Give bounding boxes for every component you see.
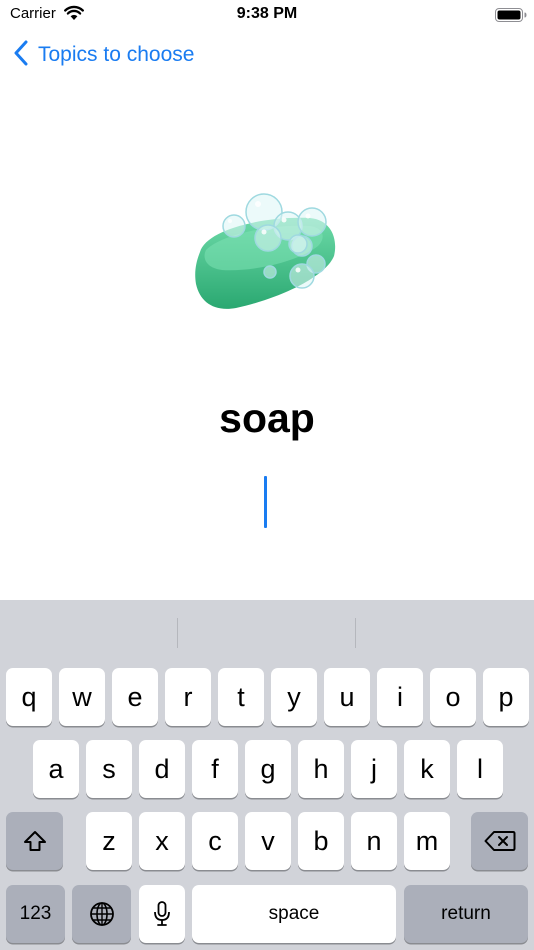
globe-icon	[89, 901, 115, 927]
keyboard: q w e r t y u i o p a s d f g h j k l z …	[0, 600, 534, 950]
vocabulary-word: soap	[219, 395, 315, 441]
clock: 9:38 PM	[236, 5, 298, 22]
globe-key[interactable]	[72, 885, 131, 943]
delete-key[interactable]	[471, 812, 528, 870]
key-r[interactable]: r	[165, 668, 211, 726]
key-a[interactable]: a	[33, 740, 79, 798]
key-e[interactable]: e	[112, 668, 158, 726]
back-button[interactable]: Topics to choose	[14, 40, 194, 70]
suggestion-divider	[177, 618, 178, 648]
chevron-left-icon	[14, 40, 28, 71]
status-bar: Carrier 9:38 PM	[0, 0, 534, 30]
key-q[interactable]: q	[6, 668, 52, 726]
key-n[interactable]: n	[351, 812, 397, 870]
key-l[interactable]: l	[457, 740, 503, 798]
key-s[interactable]: s	[86, 740, 132, 798]
microphone-icon	[152, 900, 172, 928]
suggestion-bar	[0, 600, 534, 660]
key-j[interactable]: j	[351, 740, 397, 798]
back-button-label: Topics to choose	[38, 43, 195, 66]
key-c[interactable]: c	[192, 812, 238, 870]
answer-input[interactable]	[200, 470, 334, 534]
key-b[interactable]: b	[298, 812, 344, 870]
key-i[interactable]: i	[377, 668, 423, 726]
space-key[interactable]: space	[192, 885, 396, 943]
shift-key[interactable]	[6, 812, 63, 870]
key-p[interactable]: p	[483, 668, 529, 726]
soap-icon	[192, 190, 342, 320]
key-z[interactable]: z	[86, 812, 132, 870]
return-key[interactable]: return	[404, 885, 528, 943]
key-k[interactable]: k	[404, 740, 450, 798]
suggestion-divider	[355, 618, 356, 648]
numbers-key[interactable]: 123	[6, 885, 65, 943]
key-t[interactable]: t	[218, 668, 264, 726]
key-o[interactable]: o	[430, 668, 476, 726]
backspace-icon	[484, 830, 516, 852]
key-y[interactable]: y	[271, 668, 317, 726]
shift-icon	[22, 829, 48, 853]
key-u[interactable]: u	[324, 668, 370, 726]
key-m[interactable]: m	[404, 812, 450, 870]
key-g[interactable]: g	[245, 740, 291, 798]
key-x[interactable]: x	[139, 812, 185, 870]
dictation-key[interactable]	[139, 885, 185, 943]
text-cursor	[264, 476, 267, 528]
key-d[interactable]: d	[139, 740, 185, 798]
key-v[interactable]: v	[245, 812, 291, 870]
key-h[interactable]: h	[298, 740, 344, 798]
key-f[interactable]: f	[192, 740, 238, 798]
key-w[interactable]: w	[59, 668, 105, 726]
battery-icon	[495, 7, 527, 28]
